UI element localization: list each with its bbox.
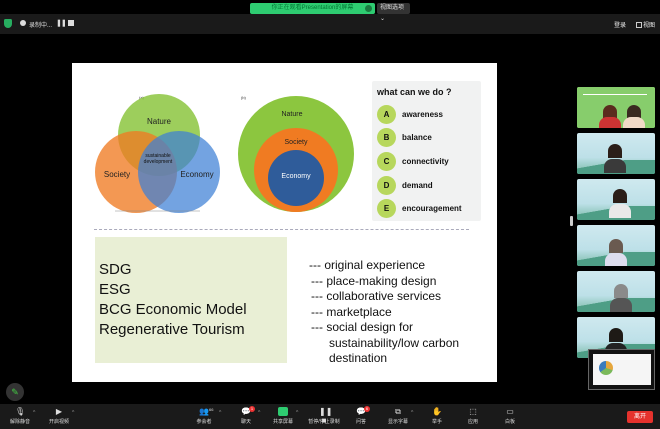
top-bar: 录制中... ❚❚ 登录 视图 bbox=[0, 14, 660, 34]
stop-recording-icon[interactable] bbox=[68, 20, 74, 26]
letter-badge: B bbox=[377, 128, 396, 147]
raise-hand-button[interactable]: ✋ 举手 bbox=[429, 404, 445, 429]
list-item: --- collaborative services bbox=[311, 289, 442, 303]
what-can-we-do-panel: what can we do ? A awareness B balance C… bbox=[372, 81, 481, 221]
chat-badge: 1 bbox=[249, 406, 255, 412]
video-tile[interactable] bbox=[577, 225, 655, 266]
participant-avatar bbox=[608, 144, 622, 158]
framework-item: BCG Economic Model bbox=[99, 301, 247, 318]
camera-off-icon: ▶ bbox=[55, 407, 63, 416]
list-item: --- place-making design bbox=[311, 273, 437, 288]
view-button[interactable]: 视图 bbox=[636, 20, 655, 29]
list-item: --- social design for bbox=[311, 320, 414, 334]
share-screen-button[interactable]: 共享屏幕 bbox=[270, 404, 296, 429]
gallery-resize-handle[interactable] bbox=[570, 216, 573, 226]
item-word: encouragement bbox=[402, 204, 462, 213]
participants-count: 66 bbox=[209, 407, 214, 412]
participant-body bbox=[605, 253, 627, 266]
microphone-muted-icon: 🎙 bbox=[15, 407, 26, 416]
whiteboard-button[interactable]: ▭ 白板 bbox=[502, 404, 518, 429]
list-item: --- original experience bbox=[309, 258, 426, 272]
framework-item: ESG bbox=[99, 281, 131, 298]
participant-body bbox=[609, 204, 631, 218]
view-options-dropdown[interactable]: 视图选项 ⌄ bbox=[377, 3, 410, 22]
shield-icon[interactable] bbox=[4, 19, 12, 28]
chat-caret[interactable]: ^ bbox=[258, 410, 260, 416]
grid-icon bbox=[636, 22, 642, 28]
list-item: sustainability/low carbon bbox=[329, 335, 460, 350]
video-tile[interactable] bbox=[577, 179, 655, 220]
qa-badge: 6 bbox=[364, 406, 370, 412]
login-link[interactable]: 登录 bbox=[614, 20, 626, 29]
letter-badge: E bbox=[377, 199, 396, 218]
participant-body bbox=[599, 117, 621, 128]
cc-icon: ⧉ bbox=[395, 407, 401, 416]
start-video-button[interactable]: ▶ 开启视频 bbox=[46, 404, 72, 429]
item-word: demand bbox=[402, 181, 433, 190]
video-tile[interactable] bbox=[577, 271, 655, 312]
captions-button[interactable]: ⧉ 显示字幕 bbox=[386, 404, 410, 429]
video-options-caret[interactable]: ^ bbox=[72, 410, 74, 416]
economy-label: Economy bbox=[180, 170, 213, 179]
divider bbox=[94, 229, 469, 230]
what-can-we-do-title: what can we do ? bbox=[377, 87, 452, 97]
item-word: awareness bbox=[402, 110, 443, 119]
tile-banner-line bbox=[583, 94, 647, 95]
screen-share-banner: 你正在观看Presentation的屏幕 bbox=[250, 3, 375, 14]
nature-outer-label: Nature bbox=[281, 111, 302, 118]
video-tile[interactable] bbox=[577, 87, 655, 128]
meeting-toolbar: 🎙 解除静音 ^ ▶ 开启视频 ^ 👥 参会者 66 ^ 💬 聊天 1 ^ 共享… bbox=[0, 404, 660, 429]
letter-badge: A bbox=[377, 105, 396, 124]
economy-inner-label: Economy bbox=[281, 173, 311, 180]
share-screen-icon bbox=[278, 407, 288, 416]
diagram-b-label: (b) bbox=[241, 95, 247, 100]
captions-caret[interactable]: ^ bbox=[411, 410, 413, 416]
item-word: connectivity bbox=[402, 157, 449, 166]
video-tile[interactable] bbox=[577, 133, 655, 174]
venn-diagrams: (a) Nature Society Economy sustainable d… bbox=[95, 94, 354, 213]
pause-recording-icon[interactable]: ❚❚ bbox=[56, 19, 67, 27]
audio-options-caret[interactable]: ^ bbox=[33, 410, 35, 416]
society-middle-label: Society bbox=[285, 139, 308, 146]
annotate-pencil-icon[interactable]: ✎ bbox=[6, 383, 24, 401]
unmute-button[interactable]: 🎙 解除静音 bbox=[8, 404, 32, 429]
whiteboard-icon: ▭ bbox=[506, 407, 514, 416]
participant-body bbox=[623, 117, 645, 128]
development-label: development bbox=[144, 159, 173, 165]
participants-caret[interactable]: ^ bbox=[219, 410, 221, 416]
participants-icon: 👥 bbox=[199, 407, 209, 416]
letter-badge: C bbox=[377, 152, 396, 171]
list-item: destination bbox=[329, 351, 388, 365]
list-item: --- marketplace bbox=[311, 304, 392, 319]
participant-body bbox=[604, 159, 626, 173]
self-view-screen bbox=[593, 354, 651, 385]
pause-stop-icon: ❚❚ ■ bbox=[319, 407, 333, 425]
apps-button[interactable]: ⬚ 应用 bbox=[465, 404, 481, 429]
approach-list: --- original experience --- place-making… bbox=[309, 258, 459, 367]
recording-icon bbox=[20, 20, 26, 26]
hand-icon: ✋ bbox=[432, 407, 442, 416]
participant-avatar bbox=[614, 284, 628, 298]
participant-avatar bbox=[609, 328, 623, 342]
zoom-window: 录制中... ❚❚ 登录 视图 你正在观看Presentation的屏幕 视图选… bbox=[0, 0, 660, 429]
leave-button[interactable]: 离开 bbox=[627, 411, 653, 423]
mini-slide-chart bbox=[599, 361, 613, 375]
apps-icon: ⬚ bbox=[469, 407, 477, 416]
nature-label: Nature bbox=[147, 117, 172, 126]
frameworks-box: SDG ESG BCG Economic Model Regenerative … bbox=[95, 237, 287, 363]
item-word: balance bbox=[402, 133, 432, 142]
participant-avatar bbox=[613, 189, 627, 203]
participant-body bbox=[610, 298, 632, 312]
framework-item: SDG bbox=[99, 261, 132, 278]
recording-label: 录制中... bbox=[29, 23, 53, 29]
shared-slide: (a) Nature Society Economy sustainable d… bbox=[72, 63, 497, 382]
share-caret[interactable]: ^ bbox=[296, 410, 298, 416]
letter-badge: D bbox=[377, 176, 396, 195]
framework-item: Regenerative Tourism bbox=[99, 321, 245, 338]
record-button[interactable]: ❚❚ ■ 暂停/停止录制 bbox=[304, 404, 344, 429]
self-view-tile[interactable] bbox=[588, 349, 655, 390]
society-label: Society bbox=[104, 170, 130, 179]
share-status-icon bbox=[365, 5, 372, 12]
participant-avatar bbox=[609, 239, 623, 253]
